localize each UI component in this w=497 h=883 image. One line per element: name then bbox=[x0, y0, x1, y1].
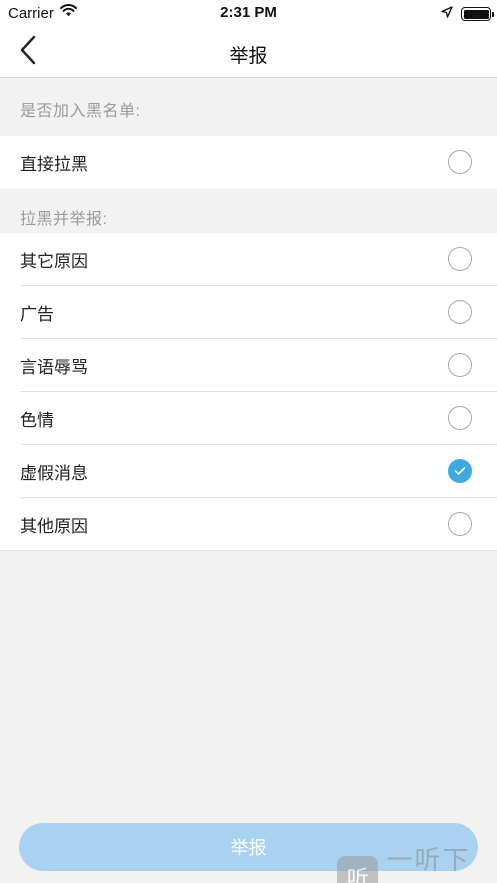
row-divider bbox=[0, 550, 497, 551]
option-label: 其它原因 bbox=[20, 252, 88, 271]
watermark-logo-icon: 听 bbox=[337, 856, 379, 883]
page-title: 举报 bbox=[229, 46, 268, 67]
option-label: 言语辱骂 bbox=[20, 358, 88, 377]
option-label: 广告 bbox=[20, 305, 54, 324]
report-group: 其它原因 广告 言语辱骂 色情 虚假消息 其他原因 bbox=[0, 233, 497, 551]
option-label: 直接拉黑 bbox=[20, 155, 88, 174]
option-label: 色情 bbox=[20, 411, 54, 430]
option-other-reason-2[interactable]: 其他原因 bbox=[0, 498, 497, 551]
location-arrow-icon bbox=[441, 5, 453, 23]
radio-unchecked-icon[interactable] bbox=[448, 150, 472, 174]
blacklist-group: 直接拉黑 bbox=[0, 136, 497, 189]
report-section-header: 拉黑并举报: bbox=[20, 211, 108, 228]
radio-unchecked-icon[interactable] bbox=[448, 300, 472, 324]
status-bar: Carrier 2:31 PM bbox=[0, 0, 497, 27]
watermark-text: 一听下载 bbox=[386, 845, 471, 883]
option-direct-block[interactable]: 直接拉黑 bbox=[0, 136, 497, 189]
option-fake-news[interactable]: 虚假消息 bbox=[0, 445, 497, 498]
radio-unchecked-icon[interactable] bbox=[448, 247, 472, 271]
checkmark-icon bbox=[454, 467, 466, 475]
radio-unchecked-icon[interactable] bbox=[448, 353, 472, 377]
option-label: 其他原因 bbox=[20, 517, 88, 536]
battery-icon bbox=[461, 7, 494, 21]
blacklist-section-header: 是否加入黑名单: bbox=[20, 103, 141, 120]
option-other-reason-1[interactable]: 其它原因 bbox=[0, 233, 497, 286]
radio-unchecked-icon[interactable] bbox=[448, 406, 472, 430]
radio-checked-icon[interactable] bbox=[448, 459, 472, 483]
option-abuse[interactable]: 言语辱骂 bbox=[0, 339, 497, 392]
option-ads[interactable]: 广告 bbox=[0, 286, 497, 339]
option-label: 虚假消息 bbox=[20, 464, 88, 483]
status-time: 2:31 PM bbox=[220, 4, 277, 21]
option-porn[interactable]: 色情 bbox=[0, 392, 497, 445]
nav-bar: 举报 bbox=[0, 27, 497, 78]
radio-unchecked-icon[interactable] bbox=[448, 512, 472, 536]
watermark: 听 一听下载 bbox=[337, 840, 497, 883]
status-right bbox=[441, 5, 494, 23]
